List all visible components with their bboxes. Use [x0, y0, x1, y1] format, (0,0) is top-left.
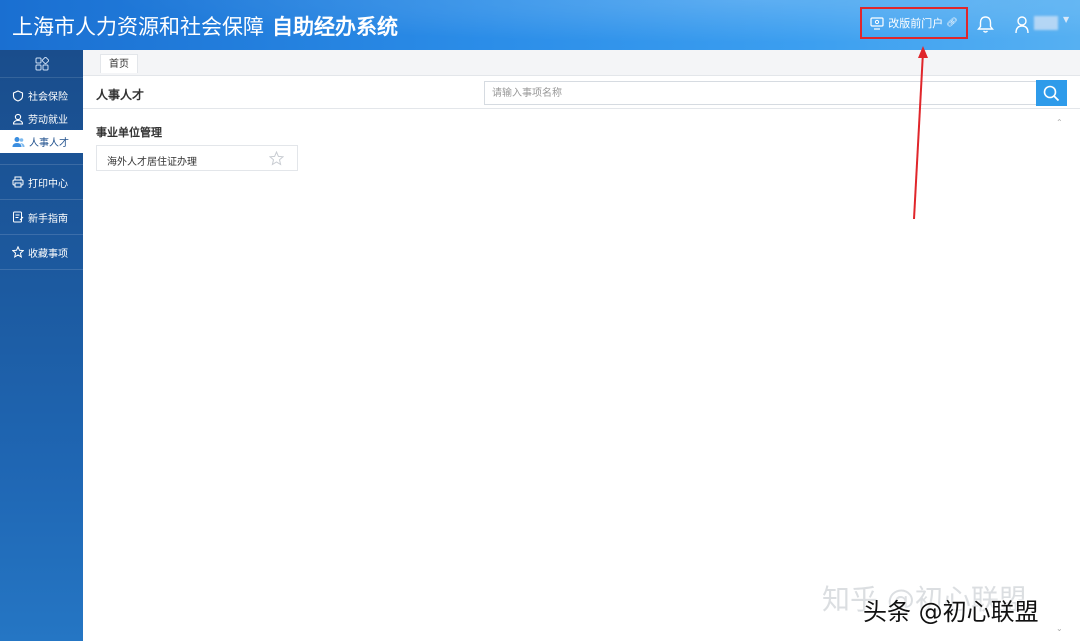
main-content: 首页 人事人才 事业单位管理 海外人才居住证办理 ⌃ ⌄ — [83, 50, 1080, 641]
sidebar-item-label: 社会保险 — [28, 92, 68, 103]
watermark-toutiao: 头条 @初心联盟 — [863, 598, 1039, 626]
system-title: 上海市人力资源和社会保障 自助经办系统 — [12, 11, 398, 41]
scrollbar[interactable]: ⌃ ⌄ — [1054, 118, 1066, 636]
favorite-star-icon[interactable] — [269, 151, 284, 166]
section-header: 人事人才 — [83, 77, 1080, 109]
worker-icon — [12, 113, 24, 125]
sidebar-item-label: 收藏事项 — [28, 248, 68, 260]
list-item-label: 海外人才居住证办理 — [107, 157, 197, 168]
shield-icon — [12, 89, 24, 102]
monitor-icon — [870, 16, 884, 30]
link-icon: 🔗︎ — [946, 18, 958, 28]
sidebar-item-label: 劳动就业 — [28, 115, 68, 126]
page-title: 人事人才 — [96, 88, 145, 102]
search-input[interactable] — [484, 81, 1037, 105]
people-icon — [12, 136, 25, 147]
old-portal-label: 改版前门户 — [888, 17, 944, 30]
printer-icon — [12, 176, 24, 188]
breadcrumb-home-tab[interactable]: 首页 — [100, 54, 138, 73]
sidebar-item-label: 新手指南 — [28, 213, 68, 225]
user-icon[interactable] — [1014, 15, 1030, 35]
sidebar-item-beginner-guide[interactable]: 新手指南 — [0, 200, 83, 235]
system-title-main: 上海市人力资源和社会保障 — [12, 15, 264, 39]
sidebar-item-favorites[interactable]: 收藏事项 — [0, 235, 83, 270]
sidebar-item-employment[interactable]: 劳动就业 — [0, 107, 83, 130]
star-icon — [12, 246, 24, 258]
search-button[interactable] — [1036, 80, 1067, 106]
sidebar-item-label: 打印中心 — [28, 178, 68, 190]
scroll-down-icon[interactable]: ⌄ — [1056, 624, 1063, 633]
sidebar-item-label: 人事人才 — [29, 138, 69, 149]
sidebar-divider — [0, 153, 83, 165]
sidebar-item-personnel[interactable]: 人事人才 — [0, 130, 83, 153]
system-title-strong: 自助经办系统 — [272, 15, 398, 39]
breadcrumb: 首页 — [83, 50, 1080, 76]
sidebar-item-social-insurance[interactable]: 社会保险 — [0, 84, 83, 107]
top-header: 上海市人力资源和社会保障 自助经办系统 改版前门户 🔗︎ ▼ — [0, 0, 1080, 50]
chevron-down-icon[interactable]: ▼ — [1063, 15, 1069, 24]
old-portal-button[interactable]: 改版前门户 🔗︎ — [860, 7, 968, 39]
user-name-blurred[interactable] — [1034, 16, 1058, 30]
sidebar-apps-toggle[interactable] — [0, 50, 83, 78]
sidebar: 社会保险 劳动就业 人事人才 打印中心 新手指南 收藏事项 — [0, 50, 83, 641]
bell-icon[interactable] — [977, 15, 994, 34]
scroll-up-icon[interactable]: ⌃ — [1056, 118, 1063, 127]
sidebar-item-print-center[interactable]: 打印中心 — [0, 165, 83, 200]
apps-icon — [35, 56, 49, 70]
guide-icon — [13, 211, 24, 223]
search-icon — [1043, 85, 1060, 101]
group-title: 事业单位管理 — [96, 126, 162, 139]
list-item[interactable]: 海外人才居住证办理 — [96, 145, 298, 171]
